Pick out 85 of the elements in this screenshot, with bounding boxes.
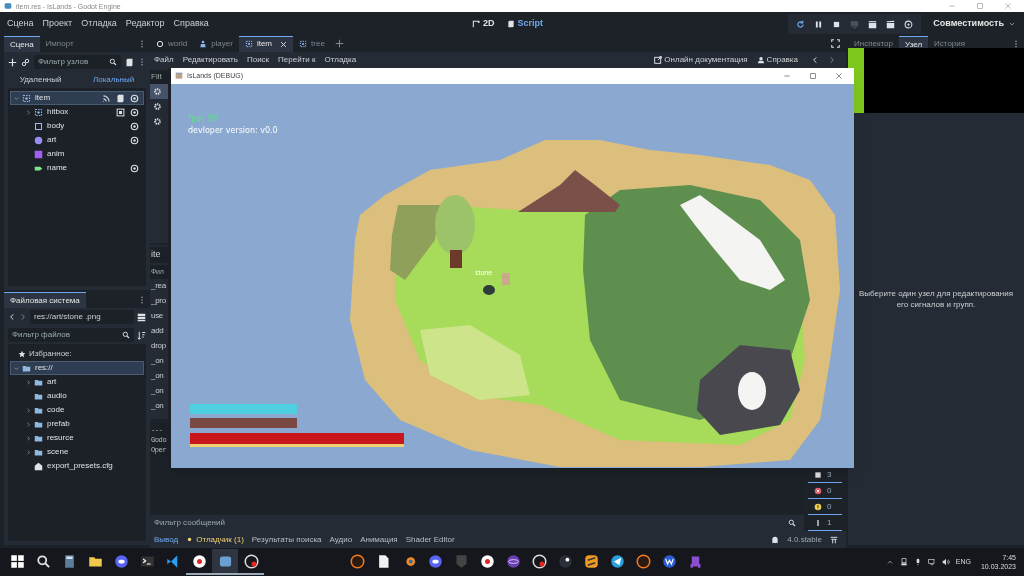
tree-item-label: art bbox=[47, 376, 58, 388]
bottom-tab[interactable]: Shader Editor bbox=[405, 533, 455, 546]
menu-item[interactable]: Сцена bbox=[7, 17, 34, 31]
filter-field[interactable]: Фильтр узлов bbox=[38, 56, 109, 68]
renderer-dropdown[interactable]: Совместимость bbox=[933, 17, 1016, 31]
menu-item[interactable]: Редактор bbox=[125, 17, 165, 31]
tab[interactable]: Импорт bbox=[39, 36, 80, 52]
filter-field[interactable]: Фильтр узлов bbox=[34, 55, 121, 69]
tree-item[interactable]: scene bbox=[10, 445, 144, 459]
script-name: ite bbox=[150, 246, 168, 263]
tree-item[interactable]: resurce bbox=[10, 431, 144, 445]
tree-item-label: art bbox=[47, 134, 58, 146]
favorites-label: Избранное: bbox=[29, 348, 72, 360]
menu-item[interactable]: Отладка bbox=[324, 53, 357, 66]
tree-item-label: resurce bbox=[47, 432, 75, 444]
tree-item[interactable]: res:// bbox=[10, 361, 144, 375]
menu-item[interactable]: Редактировать bbox=[182, 53, 238, 66]
menu-item[interactable]: Перейти к bbox=[278, 53, 316, 66]
tab[interactable]: player bbox=[193, 36, 239, 52]
bottom-tab[interactable]: Аудио bbox=[329, 533, 353, 546]
filter-toggle[interactable]: 0 bbox=[808, 483, 842, 500]
tree-item[interactable]: audio bbox=[10, 389, 144, 403]
bottom-tab[interactable]: Отладчик (1) bbox=[186, 533, 244, 546]
bottom-tab[interactable]: Результаты поиска bbox=[251, 533, 322, 546]
tab[interactable]: Сцена bbox=[4, 36, 40, 52]
help-link[interactable]: Онлайн документация bbox=[654, 53, 748, 66]
tree-item-label: prefab bbox=[47, 418, 71, 430]
tab[interactable]: item bbox=[238, 36, 294, 52]
method-item[interactable]: use bbox=[150, 308, 168, 324]
tab[interactable]: Инспектор bbox=[848, 36, 899, 52]
tab[interactable]: tree bbox=[293, 36, 331, 52]
method-item[interactable]: add bbox=[150, 323, 168, 339]
help-link[interactable]: Справка bbox=[756, 53, 798, 66]
tree-item-label: body bbox=[47, 120, 66, 132]
method-item[interactable]: _on bbox=[150, 368, 168, 384]
fps-counter: fps: 90 bbox=[188, 112, 219, 125]
tree-item[interactable]: name bbox=[10, 161, 144, 175]
tree-item[interactable]: code bbox=[10, 403, 144, 417]
tree-item[interactable]: export_presets.cfg bbox=[10, 459, 144, 473]
tree-item-label: res:// bbox=[35, 362, 54, 374]
tree-item[interactable]: art bbox=[10, 133, 144, 147]
filter-field[interactable]: Фильтр файлов bbox=[8, 328, 134, 342]
filter-field[interactable]: Фильтр файлов bbox=[12, 329, 122, 341]
menu-item[interactable]: Справка bbox=[173, 17, 209, 31]
tree-item-label: anim bbox=[47, 148, 66, 160]
workspace-button[interactable]: 2D bbox=[472, 17, 495, 31]
tree-item[interactable]: art bbox=[10, 375, 144, 389]
method-item[interactable]: _on bbox=[150, 398, 168, 414]
mode-tab[interactable]: Удаленный bbox=[19, 74, 62, 86]
tab[interactable]: История bbox=[928, 36, 972, 52]
mode-tab[interactable]: Локальный bbox=[92, 74, 135, 86]
bottom-tab[interactable]: Вывод bbox=[154, 533, 179, 546]
filter-field[interactable]: Filt bbox=[150, 69, 168, 84]
method-item[interactable]: drop bbox=[150, 338, 168, 354]
filter-toggle[interactable]: 0 bbox=[808, 499, 842, 516]
tab[interactable]: Файловая система bbox=[4, 292, 86, 308]
tree-item-label: code bbox=[47, 404, 66, 416]
version-text: devloper version: v0.0 bbox=[188, 125, 278, 137]
method-item[interactable]: _on bbox=[150, 353, 168, 369]
version-label: 4.0.stable bbox=[787, 533, 822, 546]
path-field[interactable]: res://art/stone .png bbox=[30, 310, 134, 324]
bottom-tab[interactable]: Анимация bbox=[360, 533, 398, 546]
empty-message: Выберите один узел для редактирования его сигналов и групп. bbox=[857, 287, 1015, 310]
tree-item-label: item bbox=[35, 92, 52, 104]
tree-item[interactable]: hitbox bbox=[10, 105, 144, 119]
tree-item[interactable]: prefab bbox=[10, 417, 144, 431]
filter-field[interactable]: Фильтр сообщений bbox=[154, 517, 788, 530]
tree-item-label: hitbox bbox=[47, 106, 70, 118]
menu-item[interactable]: Проект bbox=[42, 17, 73, 31]
tree-item[interactable]: item bbox=[10, 91, 144, 105]
tree-item-label: export_presets.cfg bbox=[47, 460, 114, 472]
method-item[interactable]: _on bbox=[150, 383, 168, 399]
method-item[interactable]: _rea bbox=[150, 278, 168, 294]
tree-item[interactable]: body bbox=[10, 119, 144, 133]
menu-item[interactable]: Поиск bbox=[246, 53, 270, 66]
tab[interactable]: world bbox=[150, 36, 194, 52]
method-item[interactable]: _pro bbox=[150, 293, 168, 309]
menu-item[interactable]: Файл bbox=[154, 53, 174, 66]
tree-item-label: name bbox=[47, 162, 68, 174]
workspace-button[interactable]: Script bbox=[506, 17, 544, 31]
tree-item[interactable]: anim bbox=[10, 147, 144, 161]
filter-field[interactable]: Фильтр сообщений bbox=[150, 515, 804, 532]
menu-item[interactable]: Отладка bbox=[81, 17, 117, 31]
tree-item-label: audio bbox=[47, 390, 68, 402]
tree-item-label: scene bbox=[47, 446, 70, 458]
